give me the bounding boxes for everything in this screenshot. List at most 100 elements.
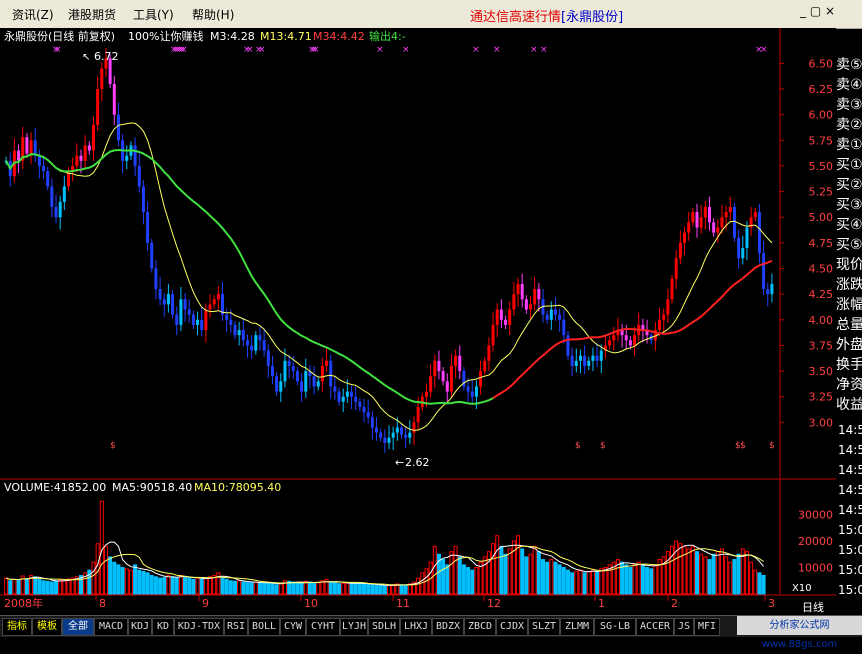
candle-body: [370, 417, 374, 428]
indicator-tab[interactable]: MACD: [94, 618, 128, 636]
indicator-tab[interactable]: MFI: [694, 618, 720, 636]
low-annotation: 2.62: [405, 456, 430, 469]
volume-bar: [565, 569, 570, 595]
price-tick-label: 5.00: [809, 211, 834, 224]
volume-bar: [499, 545, 504, 595]
candle-body: [270, 365, 274, 377]
candle-body: [229, 319, 233, 325]
signal-x-marker: ×: [760, 45, 768, 55]
window-controls[interactable]: _ ▢ ×: [800, 4, 835, 18]
volume-bar: [191, 578, 196, 595]
candle-body: [146, 212, 150, 243]
indicator-tab[interactable]: CYW: [280, 618, 306, 636]
indicator-tab[interactable]: KDJ: [128, 618, 152, 636]
volume-bar: [524, 556, 529, 595]
candle-body: [745, 227, 749, 248]
quote-label: 总量: [836, 317, 862, 333]
volume-bar: [249, 582, 254, 595]
candle-body: [345, 391, 349, 397]
candle-body: [158, 289, 162, 300]
volume-bar: [640, 564, 645, 595]
candle-body: [171, 294, 175, 315]
indicator-tab[interactable]: SLZT: [528, 618, 560, 636]
candle-body: [578, 355, 582, 361]
candle-body: [366, 412, 370, 418]
indicator-tab[interactable]: SG-LB: [594, 618, 636, 636]
signal-dollar-marker: $: [110, 441, 116, 451]
candle-body: [599, 350, 603, 361]
candle-body: [424, 391, 428, 397]
x-month-label: 11: [396, 597, 410, 610]
signal-x-marker: ×: [493, 45, 501, 55]
vol-ma10: MA10:78095.40: [194, 481, 281, 494]
candle-body: [208, 304, 212, 310]
signal-dollar-marker: $: [769, 441, 775, 451]
info-out4: 输出4:-: [369, 29, 406, 43]
indicator-tab[interactable]: KD: [152, 618, 174, 636]
volume-bar: [470, 569, 475, 595]
indicator-tab[interactable]: BOLL: [248, 618, 280, 636]
volume-bar: [37, 578, 42, 595]
candle-body: [404, 434, 408, 438]
price-tick-label: 6.50: [809, 57, 834, 70]
indicator-tab[interactable]: ZLMM: [560, 618, 594, 636]
right-edge-number: 15:0: [838, 523, 862, 537]
candle-body: [379, 432, 383, 438]
volume-bar: [553, 561, 558, 595]
indicator-tab[interactable]: LHXJ: [400, 618, 432, 636]
volume-bar: [220, 577, 225, 595]
candle-body: [516, 283, 520, 295]
candle-body: [362, 406, 366, 413]
candle-body: [732, 206, 736, 238]
ad-banner[interactable]: 分析家公式网 www.88gs.com: [737, 616, 862, 650]
menu-info[interactable]: 资讯(Z): [12, 6, 54, 23]
menu-tools[interactable]: 工具(Y): [133, 6, 174, 23]
candle-body: [470, 391, 474, 397]
stock-chart[interactable]: 永鼎股份(日线 前复权) 100%让你赚钱 M3:4.28 M13:4.71 M…: [0, 28, 862, 615]
candle-body: [537, 289, 541, 300]
indicator-tab[interactable]: CJDX: [496, 618, 528, 636]
candle-body: [254, 335, 258, 351]
candle-body: [716, 227, 720, 233]
menu-bar: 资讯(Z) 港股期货 工具(Y) 帮助(H) 通达信高速行情[永鼎股份] _ ▢…: [0, 0, 862, 29]
indicator-tab[interactable]: JS: [674, 618, 694, 636]
volume-bar: [33, 576, 38, 595]
candle-body: [662, 314, 666, 320]
candle-body: [250, 345, 254, 351]
volume-bar: [274, 584, 279, 595]
candle-body: [320, 365, 324, 382]
signal-x-marker: ×: [402, 45, 410, 55]
indicator-tab[interactable]: LYJH: [340, 618, 368, 636]
indicator-tab[interactable]: SDLH: [368, 618, 400, 636]
volume-bar: [187, 577, 192, 595]
indicator-tab[interactable]: RSI: [224, 618, 248, 636]
indicator-tab[interactable]: ACCER: [636, 618, 674, 636]
candle-body: [712, 222, 716, 233]
candle-body: [337, 391, 341, 402]
price-tick-label: 4.00: [809, 314, 834, 327]
indicator-tab[interactable]: BDZX: [432, 618, 464, 636]
indicator-tab[interactable]: 全部: [62, 618, 94, 636]
candle-body: [504, 319, 508, 325]
candle-body: [383, 437, 387, 443]
volume-bar: [262, 582, 267, 595]
indicator-tab[interactable]: ZBCD: [464, 618, 496, 636]
indicator-tab[interactable]: CYHT: [306, 618, 340, 636]
volume-bar: [141, 570, 146, 595]
volume-bar: [270, 583, 275, 595]
quote-label: 涨跌: [836, 277, 862, 293]
candle-body: [633, 335, 637, 346]
candle-body: [183, 299, 187, 310]
signal-x-marker: ×: [540, 45, 548, 55]
indicator-tab[interactable]: 模板: [32, 618, 62, 636]
candle-body: [187, 309, 191, 315]
indicator-tab[interactable]: KDJ-TDX: [174, 618, 224, 636]
candle-body: [737, 237, 741, 259]
signal-x-marker: ×: [54, 45, 62, 55]
volume-bar: [736, 553, 741, 595]
signal-x-marker: ×: [180, 45, 188, 55]
menu-hk-futures[interactable]: 港股期货: [68, 6, 116, 23]
indicator-tab[interactable]: 指标: [2, 618, 32, 636]
menu-help[interactable]: 帮助(H): [192, 6, 234, 23]
candle-body: [678, 242, 682, 259]
